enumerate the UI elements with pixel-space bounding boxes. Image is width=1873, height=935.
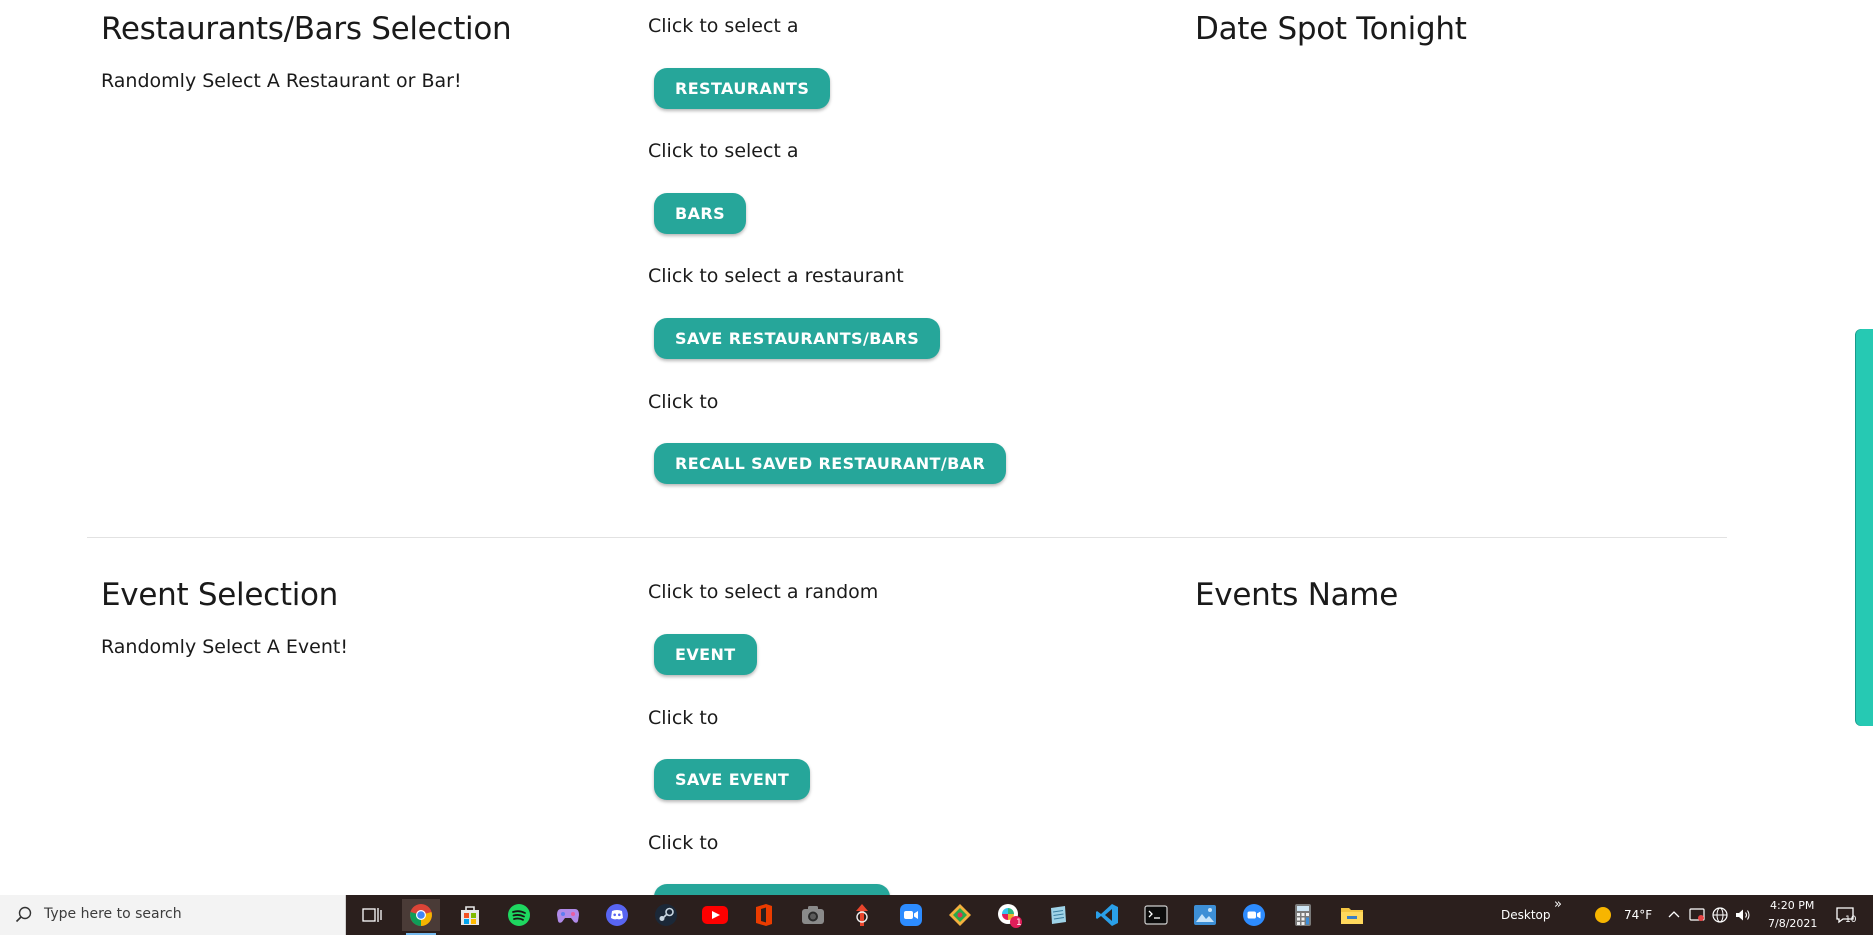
calculator-icon[interactable] — [1284, 899, 1322, 931]
chrome-icon[interactable] — [402, 899, 440, 935]
spotify-icon[interactable] — [500, 899, 538, 931]
weather-temperature[interactable]: 74°F — [1624, 908, 1652, 922]
event-section-title: Event Selection — [101, 577, 339, 613]
toolbar-chevron[interactable]: » — [1554, 897, 1562, 912]
discord-icon[interactable] — [598, 899, 636, 931]
restaurants-hint-4: Click to — [648, 391, 719, 413]
save-event-button[interactable]: SAVE EVENT — [654, 759, 811, 800]
event-hint-3: Click to — [648, 832, 719, 854]
zoom-icon[interactable] — [892, 899, 930, 931]
restaurants-section-subtitle: Randomly Select A Restaurant or Bar! — [101, 70, 462, 92]
desktop-toolbar-label[interactable]: Desktop — [1501, 908, 1551, 922]
task-view-icon[interactable] — [353, 899, 391, 931]
event-button[interactable]: EVENT — [654, 634, 757, 675]
restaurants-hint-2: Click to select a — [648, 140, 799, 162]
date-spot-title: Date Spot Tonight — [1195, 11, 1467, 47]
network-globe-icon[interactable] — [1711, 906, 1729, 924]
recall-saved-event-button[interactable] — [654, 884, 890, 895]
taskbar-search-placeholder: Type here to search — [44, 906, 182, 922]
store-icon[interactable] — [451, 899, 489, 931]
zoom-alt-icon[interactable] — [1235, 899, 1273, 931]
side-scroll-tab[interactable] — [1856, 329, 1873, 726]
event-section-subtitle: Randomly Select A Event! — [101, 636, 348, 658]
slack-icon[interactable]: 1 — [990, 899, 1028, 931]
save-restaurants-bars-button[interactable]: SAVE RESTAURANTS/BARS — [654, 318, 941, 359]
events-name-title: Events Name — [1195, 577, 1398, 613]
clock-time[interactable]: 4:20 PM — [1770, 899, 1814, 912]
taskbar-search-box[interactable]: Type here to search — [0, 895, 346, 935]
recall-saved-restaurant-bar-button[interactable]: RECALL SAVED RESTAURANT/BAR — [654, 443, 1007, 484]
section-divider — [87, 537, 1727, 538]
weather-sun-icon[interactable] — [1594, 906, 1612, 924]
taskbar: Type here to search 1 Desktop » 74°F 4:2… — [0, 895, 1873, 935]
terminal-icon[interactable] — [1137, 899, 1175, 931]
clock-date[interactable]: 7/8/2021 — [1768, 917, 1817, 930]
slack-badge-count: 1 — [1016, 918, 1022, 928]
tray-app-icon[interactable] — [1688, 906, 1706, 924]
restaurants-hint-3: Click to select a restaurant — [648, 265, 904, 287]
restaurants-button[interactable]: RESTAURANTS — [654, 68, 831, 109]
page-content: Restaurants/Bars Selection Randomly Sele… — [0, 0, 1873, 895]
chevron-up-icon[interactable] — [1665, 906, 1683, 924]
app-icon[interactable] — [843, 899, 881, 931]
file-explorer-icon[interactable] — [1333, 899, 1371, 931]
event-hint-2: Click to — [648, 707, 719, 729]
event-hint-1: Click to select a random — [648, 581, 879, 603]
notepad-icon[interactable] — [1039, 899, 1077, 931]
volume-icon[interactable] — [1734, 906, 1752, 924]
restaurants-section-title: Restaurants/Bars Selection — [101, 11, 512, 47]
photos-icon[interactable] — [1186, 899, 1224, 931]
gitkraken-icon[interactable] — [941, 899, 979, 931]
camera-icon[interactable] — [794, 899, 832, 931]
office-icon[interactable] — [745, 899, 783, 931]
notification-count: 10 — [1845, 915, 1857, 925]
vscode-icon[interactable] — [1088, 899, 1126, 931]
restaurants-hint-1: Click to select a — [648, 15, 799, 37]
steam-icon[interactable] — [647, 899, 685, 931]
game-icon[interactable] — [549, 899, 587, 931]
search-icon — [15, 906, 32, 923]
bars-button[interactable]: BARS — [654, 193, 747, 234]
youtube-icon[interactable] — [696, 899, 734, 931]
